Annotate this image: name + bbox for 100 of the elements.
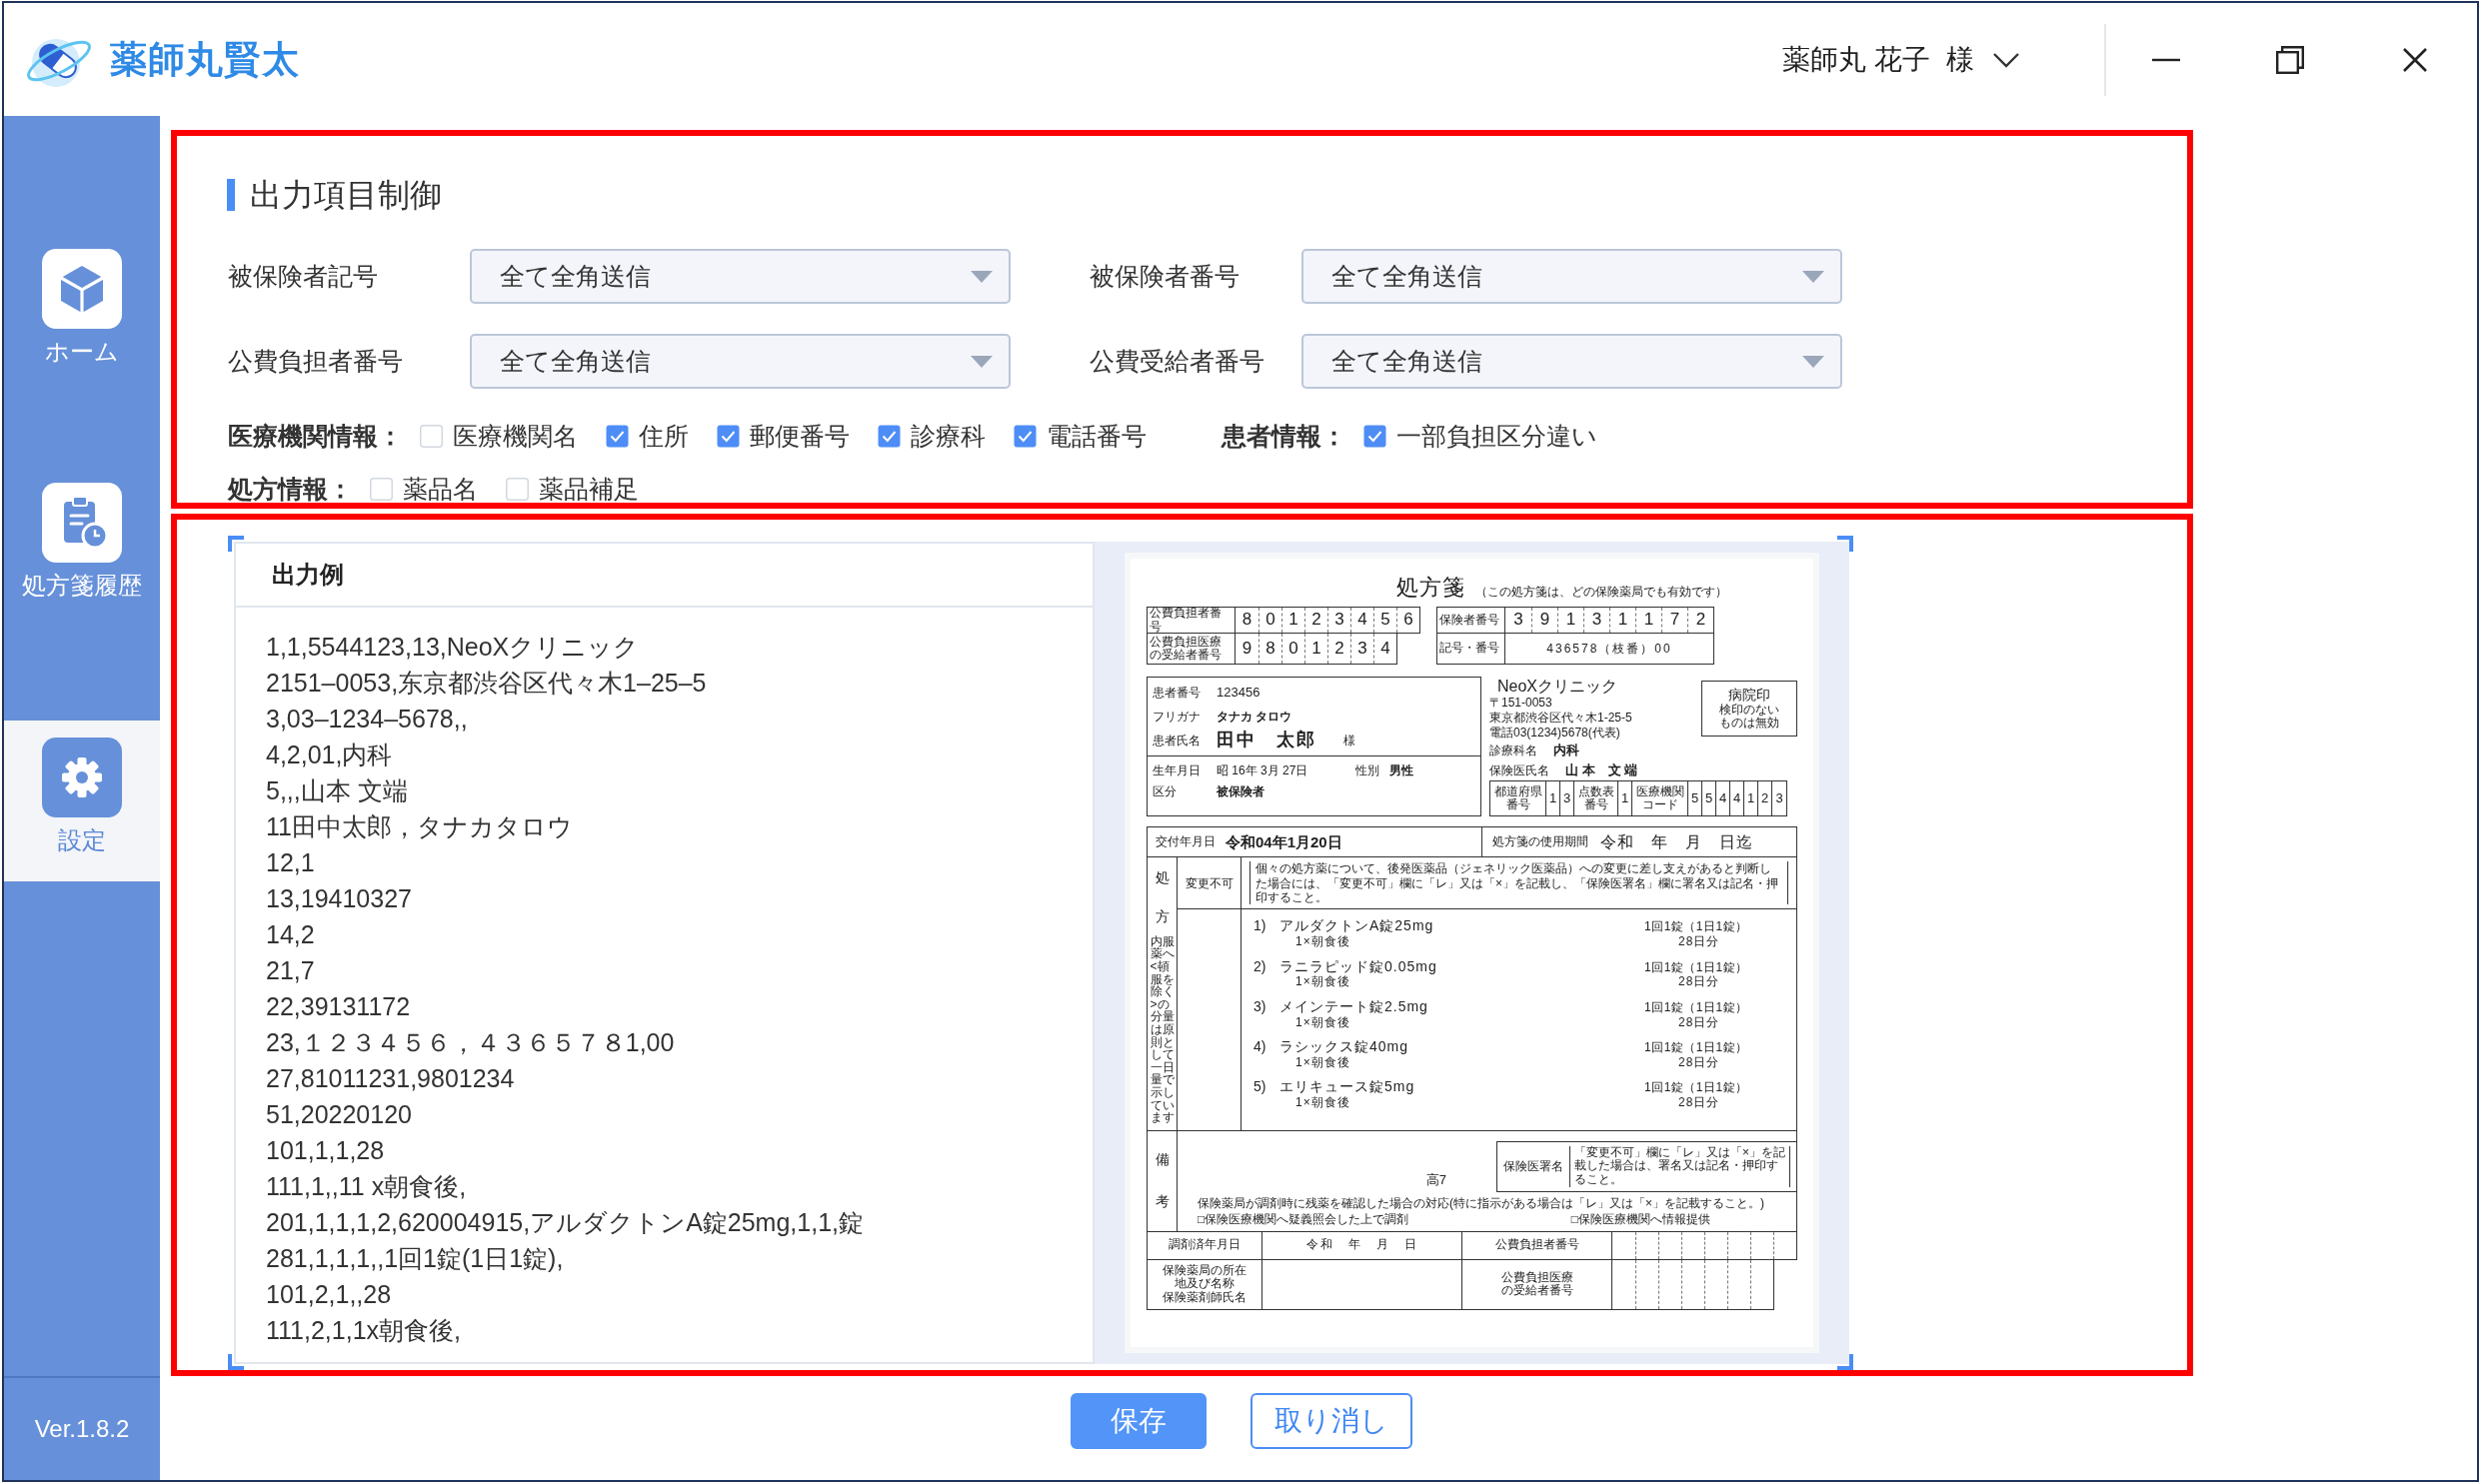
close-icon[interactable] [2402, 46, 2428, 73]
form-label: 公費負担医療の受給者番号 [1148, 634, 1236, 664]
clipboard-clock-icon [42, 483, 122, 563]
form-value: 山 本 文 端 [1565, 762, 1638, 778]
settings-icon [42, 738, 122, 817]
form-note: 保険薬局が調剤時に残薬を確認した場合の対応(特に指示がある場合は「レ」又は「×」を記載すること。) [1197, 1195, 1765, 1213]
checkbox-label: 診療科 [911, 422, 986, 450]
form-digit: 7 [1661, 608, 1687, 633]
output-line: 21,7 [266, 955, 315, 986]
drug-dose: 1回1錠（1日1錠） [1644, 959, 1749, 974]
stamp-title: 病院印 [1728, 686, 1770, 704]
checkbox[interactable] [606, 424, 629, 448]
output-line: 111,1,,11 x朝食後, [266, 1171, 467, 1202]
output-line: 51,20220120 [266, 1099, 412, 1130]
checkbox[interactable] [506, 477, 529, 501]
cube-icon [42, 249, 122, 329]
form-digit: 2 [1687, 608, 1713, 633]
form-digit: 2 [1304, 608, 1327, 633]
output-line: 23,１２３４５６，４３６５７８1,00 [266, 1027, 675, 1058]
output-line: 101,2,1,,28 [266, 1279, 392, 1310]
stamp-note: 検印のないものは無効 [1718, 703, 1780, 732]
form-digit: 4 [1716, 781, 1730, 816]
form-label: フリガナ [1153, 709, 1202, 725]
checkbox[interactable] [717, 424, 740, 448]
form-label: 公費負担医療の受給者番号 [1500, 1270, 1573, 1299]
form-label: 公費負担者番号 [1494, 1238, 1579, 1253]
form-value: 被保険者 [1217, 784, 1264, 799]
form-digit: 5 [1688, 781, 1702, 816]
checkbox-label: 郵便番号 [750, 422, 850, 450]
form-value: 田中 太郎 [1217, 730, 1316, 751]
form-value: 436578（枝番）00 [1545, 640, 1673, 658]
checkbox-label: 住所 [639, 422, 689, 450]
output-line: 281,1,1,1,,1回1錠(1日1錠), [266, 1243, 564, 1274]
drug-usage: 1×朝食後 [1294, 1014, 1351, 1029]
form-label: 区分 [1153, 784, 1178, 799]
output-line: 12,1 [266, 847, 315, 878]
form-value: 令和 年 月 日 [1305, 1238, 1418, 1253]
form-note: （この処方箋は、どの保険薬局でも有効です） [1475, 584, 1727, 599]
form-value: 昭 16年 3月 27日 [1217, 763, 1308, 778]
form-digit: 8 [1258, 634, 1281, 664]
item-number: 2) [1253, 957, 1267, 975]
user-menu[interactable]: 薬師丸 花子 様 [1782, 38, 2020, 81]
item-number: 1) [1253, 917, 1267, 935]
form-digit: 1 [1618, 781, 1632, 816]
form-digit: 1 [1546, 781, 1560, 816]
form-label: 記号・番号 [1437, 634, 1505, 664]
version-label: Ver.1.8.2 [34, 1414, 130, 1444]
drug-dose: 1回1錠（1日1錠） [1644, 1080, 1749, 1095]
dropdown[interactable]: 全て全角送信 [1301, 249, 1842, 304]
form-label: 考 [1155, 1193, 1170, 1211]
form-digit: 3 [1512, 609, 1524, 632]
drug-usage: 1×朝食後 [1294, 1094, 1351, 1110]
form-digit: 1 [1635, 608, 1661, 633]
card-title: 出力例 [272, 560, 344, 590]
form-label: 保険者番号 [1437, 608, 1505, 633]
form-option: □保険医療機関へ情報提供 [1570, 1212, 1710, 1227]
checkbox[interactable] [878, 424, 901, 448]
field-label: 公費負担者番号 [228, 345, 404, 377]
caret-down-icon [1802, 355, 1824, 368]
form-label: 保険医署名 [1503, 1159, 1563, 1174]
output-line: 14,2 [266, 919, 315, 950]
checkbox[interactable] [1014, 424, 1037, 448]
form-digit: 9 [1241, 637, 1253, 660]
form-label: 調剤済年月日 [1169, 1238, 1241, 1253]
restore-icon[interactable] [2276, 45, 2304, 74]
checkbox[interactable] [370, 477, 393, 501]
form-digit: 1 [1609, 608, 1635, 633]
output-line: 3,03–1234–5678,, [266, 704, 468, 735]
corner-bracket-icon [228, 536, 244, 552]
output-line: 27,81011231,9801234 [266, 1063, 515, 1094]
output-line: 2151–0053,东京都渋谷区代々木1–25–5 [266, 668, 707, 699]
drug-name: アルダクトンA錠25mg [1279, 917, 1435, 935]
form-digit: 3 [1583, 608, 1609, 633]
form-label: 交付年月日 [1156, 834, 1216, 849]
drug-name: ラニラピッド錠0.05mg [1279, 957, 1438, 975]
caret-down-icon [971, 355, 993, 368]
form-value: 男性 [1389, 763, 1414, 778]
form-digit: 4 [1373, 634, 1396, 664]
dropdown[interactable]: 全て全角送信 [470, 334, 1011, 389]
form-label: 患者番号 [1153, 685, 1202, 701]
drug-name: エリキュース錠5mg [1279, 1078, 1416, 1095]
drug-days: 28日分 [1644, 1014, 1784, 1029]
form-label: 処方箋の使用期間 [1492, 834, 1588, 849]
dropdown[interactable]: 全て全角送信 [470, 249, 1011, 304]
form-digit: 0 [1281, 634, 1304, 664]
form-digit: 3 [1774, 789, 1784, 808]
form-value: 令和 年 月 日迄 [1600, 832, 1753, 852]
cancel-button[interactable]: 取り消し [1250, 1393, 1412, 1449]
form-label: 保険医氏名 [1489, 763, 1549, 778]
dropdown[interactable]: 全て全角送信 [1301, 334, 1842, 389]
form-value: 〒151-0053 [1489, 696, 1552, 712]
output-line: 22,39131172 [266, 991, 411, 1022]
clinic-name: NeoXクリニック [1496, 677, 1618, 697]
checkbox[interactable] [420, 424, 443, 448]
form-value: タナカ タロウ [1217, 709, 1292, 725]
form-label: 方 [1155, 908, 1170, 925]
form-digit: 1 [1744, 781, 1758, 816]
form-digit: 5 [1373, 608, 1396, 633]
checkbox[interactable] [1363, 424, 1386, 448]
field-label: 被保険者番号 [1090, 260, 1241, 292]
